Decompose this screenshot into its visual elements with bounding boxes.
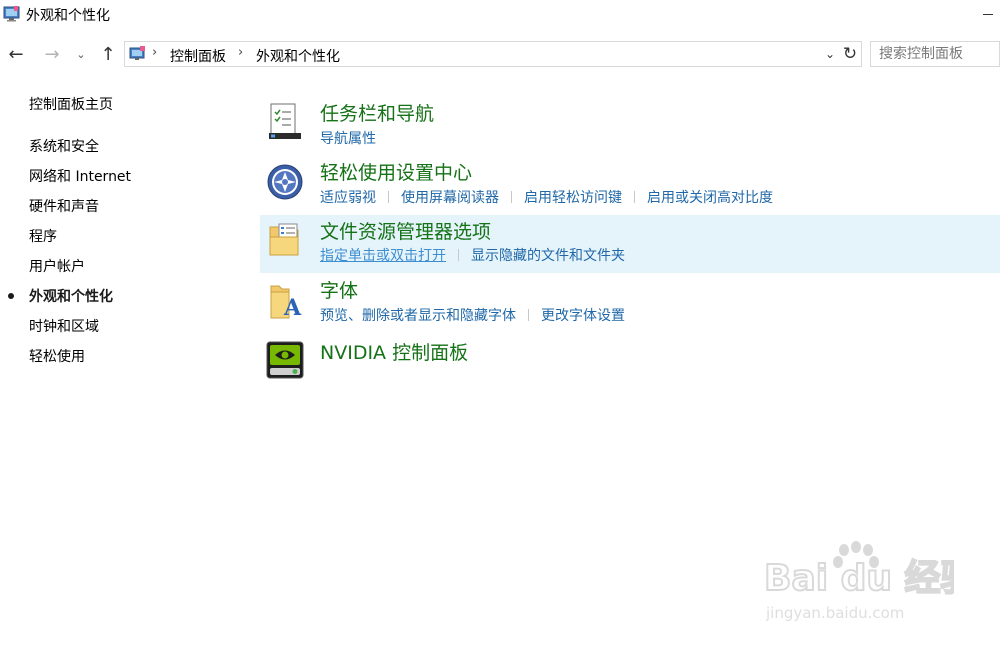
- sidebar-item-ease-of-access[interactable]: 轻松使用: [29, 346, 85, 366]
- refresh-icon[interactable]: ↻: [838, 43, 862, 65]
- category-links: 导航属性: [320, 128, 376, 148]
- address-dropdown-icon[interactable]: ⌄: [823, 45, 837, 63]
- category-taskbar-navigation: 任务栏和导航 导航属性: [260, 99, 1000, 157]
- category-title[interactable]: 轻松使用设置中心: [320, 158, 472, 185]
- link-font-settings[interactable]: 更改字体设置: [541, 305, 625, 325]
- link-low-vision[interactable]: 适应弱视: [320, 187, 376, 207]
- svg-text:A: A: [283, 295, 302, 320]
- sidebar-item-system-security[interactable]: 系统和安全: [29, 136, 99, 156]
- title-bar: 外观和个性化: [0, 0, 1000, 30]
- nvidia-icon: [266, 341, 304, 379]
- category-title[interactable]: 文件资源管理器选项: [320, 217, 491, 244]
- watermark-brand-text: Bai du 经验: [764, 558, 954, 599]
- navigation-bar: ← → ⌄ ↑ › 控制面板 › 外观和个性化 ⌄ ↻: [0, 38, 1000, 70]
- fonts-folder-icon: A: [270, 285, 302, 320]
- category-title[interactable]: NVIDIA 控制面板: [320, 338, 468, 365]
- up-arrow-icon[interactable]: ↑: [96, 42, 120, 66]
- folder-options-icon: [269, 223, 299, 256]
- link-navigation-properties[interactable]: 导航属性: [320, 128, 376, 148]
- sidebar-item-home[interactable]: 控制面板主页: [29, 94, 113, 114]
- category-links: 预览、删除或者显示和隐藏字体 更改字体设置: [320, 305, 625, 325]
- link-divider: [528, 309, 529, 321]
- watermark-url-text: jingyan.baidu.com: [765, 604, 904, 622]
- sidebar-item-user-accounts[interactable]: 用户帐户: [29, 256, 85, 276]
- link-divider: [388, 191, 389, 203]
- category-title[interactable]: 字体: [320, 276, 358, 303]
- category-fonts: A 字体 预览、删除或者显示和隐藏字体 更改字体设置: [260, 276, 1000, 334]
- category-ease-of-access-center: 轻松使用设置中心 适应弱视 使用屏幕阅读器 启用轻松访问键 启用或关闭高对比度: [260, 158, 1000, 216]
- sidebar-item-programs[interactable]: 程序: [29, 226, 57, 246]
- link-screen-reader[interactable]: 使用屏幕阅读器: [401, 187, 499, 207]
- breadcrumb-separator-icon: ›: [152, 45, 158, 60]
- minimize-button[interactable]: [978, 5, 1000, 25]
- ease-of-access-icon: [267, 164, 303, 200]
- category-file-explorer-options[interactable]: 文件资源管理器选项 指定单击或双击打开 显示隐藏的文件和文件夹: [260, 215, 1000, 273]
- category-links: 指定单击或双击打开 显示隐藏的文件和文件夹: [320, 245, 625, 265]
- baidu-jingyan-watermark: Bai du 经验 jingyan.baidu.com: [764, 541, 954, 622]
- forward-arrow-icon[interactable]: →: [40, 42, 64, 66]
- sidebar-item-clock-region[interactable]: 时钟和区域: [29, 316, 99, 336]
- link-high-contrast[interactable]: 启用或关闭高对比度: [647, 187, 773, 207]
- link-single-double-click[interactable]: 指定单击或双击打开: [320, 245, 446, 265]
- breadcrumb-separator-icon: ›: [238, 45, 244, 60]
- search-box[interactable]: [870, 41, 1000, 67]
- window-title: 外观和个性化: [26, 8, 110, 24]
- breadcrumb-appearance[interactable]: 外观和个性化: [256, 46, 340, 66]
- category-links: 适应弱视 使用屏幕阅读器 启用轻松访问键 启用或关闭高对比度: [320, 187, 773, 207]
- breadcrumb-control-panel[interactable]: 控制面板: [170, 46, 226, 66]
- sidebar-item-network-internet[interactable]: 网络和 Internet: [29, 166, 131, 186]
- search-input[interactable]: [879, 43, 999, 65]
- back-arrow-icon[interactable]: ←: [4, 42, 28, 66]
- personalization-icon: [3, 6, 20, 22]
- current-item-bullet-icon: [8, 293, 14, 299]
- address-bar[interactable]: › 控制面板 › 外观和个性化 ⌄: [124, 41, 862, 67]
- taskbar-icon: [269, 103, 301, 139]
- category-title[interactable]: 任务栏和导航: [320, 99, 434, 126]
- link-access-keys[interactable]: 启用轻松访问键: [524, 187, 622, 207]
- category-nvidia-control-panel: NVIDIA 控制面板: [260, 338, 1000, 396]
- recent-locations-chevron-icon[interactable]: ⌄: [72, 42, 90, 66]
- sidebar-item-hardware-sound[interactable]: 硬件和声音: [29, 196, 99, 216]
- link-divider: [458, 249, 459, 261]
- link-divider: [634, 191, 635, 203]
- link-show-hidden-files[interactable]: 显示隐藏的文件和文件夹: [471, 245, 625, 265]
- control-panel-icon: [129, 46, 145, 60]
- link-preview-delete-fonts[interactable]: 预览、删除或者显示和隐藏字体: [320, 305, 516, 325]
- sidebar-item-appearance[interactable]: 外观和个性化: [29, 286, 113, 306]
- link-divider: [511, 191, 512, 203]
